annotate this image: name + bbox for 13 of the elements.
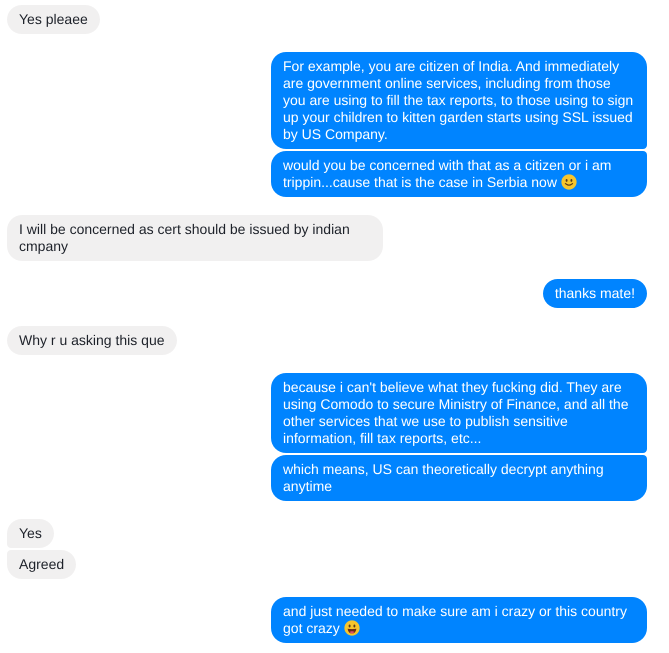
message-bubble: Yes pleaee: [7, 5, 100, 34]
smiley-icon: [560, 174, 577, 190]
message-bubble: thanks mate!: [542, 279, 647, 308]
message-bubble: and just needed to make sure am i crazy or this country got crazy: [271, 597, 647, 643]
message-bubble: Why r u asking this que: [7, 326, 177, 355]
grin-icon: [344, 620, 360, 636]
message-bubble: which means, US can theoretically decrypt anything anytime: [271, 455, 647, 501]
message-bubble: Agreed: [7, 550, 76, 579]
message-bubble: For example, you are citizen of India. And immediately are government online services, including from those you are using to fill the tax reports, to those using to sign up your children to kitten garden starts using SSL issued by US Company.: [271, 52, 647, 149]
message-bubble: I will be concerned as cert should be issued by indian cmpany: [7, 215, 383, 261]
message-bubble: Yes: [7, 519, 54, 548]
message-bubble: would you be concerned with that as a citizen or i am trippin...cause that is the case in Serbia now: [271, 151, 647, 197]
message-bubble: because i can't believe what they fucking did. They are using Comodo to secure Ministry of Finance, and all the other services that we use to publish sensitive information, fill tax reports, etc...: [271, 373, 647, 453]
